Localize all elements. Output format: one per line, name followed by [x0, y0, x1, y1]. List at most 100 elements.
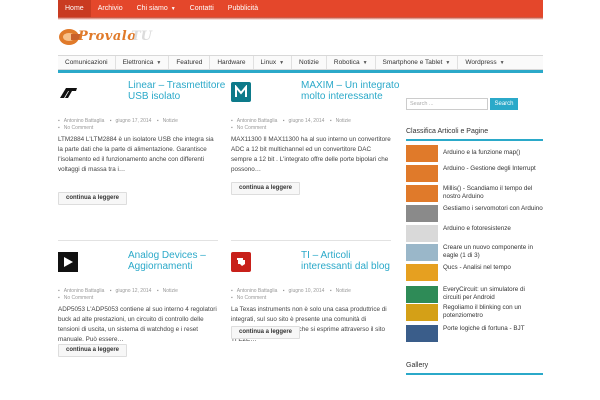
author-icon: ▪: [231, 118, 233, 124]
article-meta: ▪ Antonino Battaglia ▪ giugno 12, 2014 ▪ No…: [58, 288, 182, 295]
popular-post-link[interactable]: Millis() - Scandiamo il tempo del nostro…: [443, 185, 543, 201]
ti-logo-icon[interactable]: [231, 252, 251, 272]
gallery-accent-line: [406, 373, 543, 375]
article-excerpt: La Texas instruments non è solo una casa…: [231, 306, 387, 343]
popular-post-link[interactable]: EveryCircuit: un simulatore di circuiti …: [443, 286, 543, 302]
cat-nav-featured[interactable]: Featured: [169, 56, 211, 69]
article-excerpt: ADP5053 L'ADP5053 contiene al suo intern…: [58, 306, 217, 343]
site-logo[interactable]: Provalo TU: [58, 26, 178, 48]
popular-post-link[interactable]: Regoliamo il blinking con un potenziomet…: [443, 304, 543, 320]
chevron-down-icon: ▼: [499, 60, 505, 66]
category-navigation: Comunicazioni Elettronica ▼ Featured Hard…: [58, 55, 543, 70]
top-navigation: Home Archivio Chi siamo ▼ Contatti Pubbli…: [58, 0, 265, 17]
article-divider: [58, 240, 218, 241]
article-category[interactable]: Notizie: [336, 288, 351, 294]
top-nav-pubblicita[interactable]: Pubblicità: [221, 0, 265, 17]
calendar-icon: ▪: [282, 118, 285, 124]
comment-icon: ▪: [58, 295, 60, 301]
cat-nav-wordpress[interactable]: Wordpress ▼: [458, 56, 511, 69]
post-thumbnail: [406, 244, 438, 261]
cat-nav-hardware[interactable]: Hardware: [210, 56, 254, 69]
popular-post-item[interactable]: Millis() - Scandiamo il tempo del nostro…: [406, 185, 543, 207]
popular-post-link[interactable]: Porte logiche di fortuna - BJT: [443, 325, 543, 333]
read-more-button[interactable]: continua a leggere: [231, 182, 301, 195]
article-category[interactable]: Notizie: [336, 118, 351, 124]
post-thumbnail: [406, 225, 438, 242]
article-title[interactable]: TI – Articoli interessanti dal blog: [301, 250, 401, 272]
chevron-down-icon: ▼: [445, 60, 451, 66]
article-divider: [231, 240, 391, 241]
read-more-button[interactable]: continua a leggere: [231, 326, 301, 339]
article-comments[interactable]: ▪ No Comment: [58, 295, 97, 302]
author-icon: ▪: [58, 288, 60, 294]
article-category[interactable]: Notizie: [163, 288, 178, 294]
chevron-down-icon: ▼: [156, 60, 162, 66]
article-title[interactable]: Analog Devices – Aggiornamenti: [128, 250, 228, 272]
article-comments[interactable]: ▪ No Comment: [231, 295, 270, 302]
article-comments[interactable]: ▪ No Comment: [58, 125, 97, 132]
popular-post-link[interactable]: Creare un nuovo componente in eagle (1 d…: [443, 244, 543, 260]
logo-emblem-icon: [59, 29, 80, 45]
article-title[interactable]: MAXIM – Un integrato molto interessante: [301, 80, 401, 102]
popular-post-link[interactable]: Qucs - Analisi nel tempo: [443, 264, 543, 272]
top-nav-archivio[interactable]: Archivio: [91, 0, 130, 17]
cat-nav-smartphone-tablet[interactable]: Smartphone e Tablet ▼: [376, 56, 459, 69]
popular-post-item[interactable]: Porte logiche di fortuna - BJT: [406, 325, 543, 343]
post-thumbnail: [406, 286, 438, 303]
post-thumbnail: [406, 264, 438, 281]
popular-post-link[interactable]: Arduino e la funzione map(): [443, 149, 543, 157]
top-navigation-shadow: [58, 17, 543, 20]
popular-post-item[interactable]: Arduino - Gestione degli Interrupt: [406, 165, 543, 183]
article-comments[interactable]: ▪ No Comment: [231, 125, 270, 132]
article-author[interactable]: Antonino Battaglia: [237, 118, 278, 124]
linear-logo-icon[interactable]: [58, 83, 78, 103]
post-thumbnail: [406, 145, 438, 162]
article-excerpt: LTM2884 L'LTM2884 è un isolatore USB che…: [58, 136, 214, 173]
popular-posts-accent-line: [406, 139, 543, 141]
article-card: TI – Articoli interessanti dal blog ▪ Ant…: [231, 250, 391, 370]
cat-nav-elettronica[interactable]: Elettronica ▼: [116, 56, 170, 69]
top-nav-home[interactable]: Home: [58, 0, 91, 17]
popular-post-item[interactable]: Creare un nuovo componente in eagle (1 d…: [406, 244, 543, 262]
gallery-title: Gallery: [406, 362, 429, 369]
article-date: giugno 14, 2014: [288, 118, 325, 124]
top-nav-chi-siamo[interactable]: Chi siamo ▼: [130, 0, 183, 17]
top-nav-contatti[interactable]: Contatti: [183, 0, 221, 17]
popular-post-item[interactable]: Qucs - Analisi nel tempo: [406, 264, 543, 282]
article-author[interactable]: Antonino Battaglia: [64, 118, 105, 124]
popular-post-item[interactable]: Gestiamo i servomotori con Arduino: [406, 205, 543, 225]
read-more-button[interactable]: continua a leggere: [58, 192, 128, 205]
article-category[interactable]: Notizie: [163, 118, 178, 124]
analog-devices-logo-icon[interactable]: [58, 252, 78, 272]
article-card: Analog Devices – Aggiornamenti ▪ Antonino…: [58, 250, 218, 370]
article-author[interactable]: Antonino Battaglia: [237, 288, 278, 294]
search-button[interactable]: Search: [490, 98, 518, 110]
article-meta: ▪ Antonino Battaglia ▪ giugno 10, 2014 ▪ No…: [231, 288, 355, 295]
post-thumbnail: [406, 325, 438, 342]
folder-icon: ▪: [329, 288, 332, 294]
popular-post-link[interactable]: Arduino e fotoresistenze: [443, 225, 543, 233]
maxim-logo-icon[interactable]: [231, 82, 251, 102]
search-input[interactable]: Search ...: [406, 98, 488, 110]
category-nav-accent-line: [58, 70, 543, 73]
article-card: MAXIM – Un integrato molto interessante …: [231, 80, 399, 210]
article-author[interactable]: Antonino Battaglia: [64, 288, 105, 294]
popular-post-link[interactable]: Arduino - Gestione degli Interrupt: [443, 165, 543, 173]
cat-nav-notizie[interactable]: Notizie: [292, 56, 327, 69]
cat-nav-comunicazioni[interactable]: Comunicazioni: [58, 56, 116, 69]
popular-post-link[interactable]: Gestiamo i servomotori con Arduino: [443, 205, 543, 213]
cat-nav-robotica[interactable]: Robotica ▼: [327, 56, 376, 69]
article-meta: ▪ Antonino Battaglia ▪ giugno 17, 2014 ▪ No…: [58, 118, 182, 125]
popular-post-item[interactable]: Regoliamo il blinking con un potenziomet…: [406, 304, 543, 324]
article-title[interactable]: Linear – Trasmettitore USB isolato: [128, 80, 228, 102]
popular-post-item[interactable]: Arduino e fotoresistenze: [406, 225, 543, 243]
popular-post-item[interactable]: Arduino e la funzione map(): [406, 145, 543, 163]
author-icon: ▪: [231, 288, 233, 294]
read-more-button[interactable]: continua a leggere: [58, 344, 128, 357]
post-thumbnail: [406, 185, 438, 202]
chevron-down-icon: ▼: [362, 60, 368, 66]
cat-nav-linux[interactable]: Linux ▼: [254, 56, 293, 69]
post-thumbnail: [406, 205, 438, 222]
folder-icon: ▪: [156, 288, 159, 294]
comment-icon: ▪: [231, 295, 233, 301]
